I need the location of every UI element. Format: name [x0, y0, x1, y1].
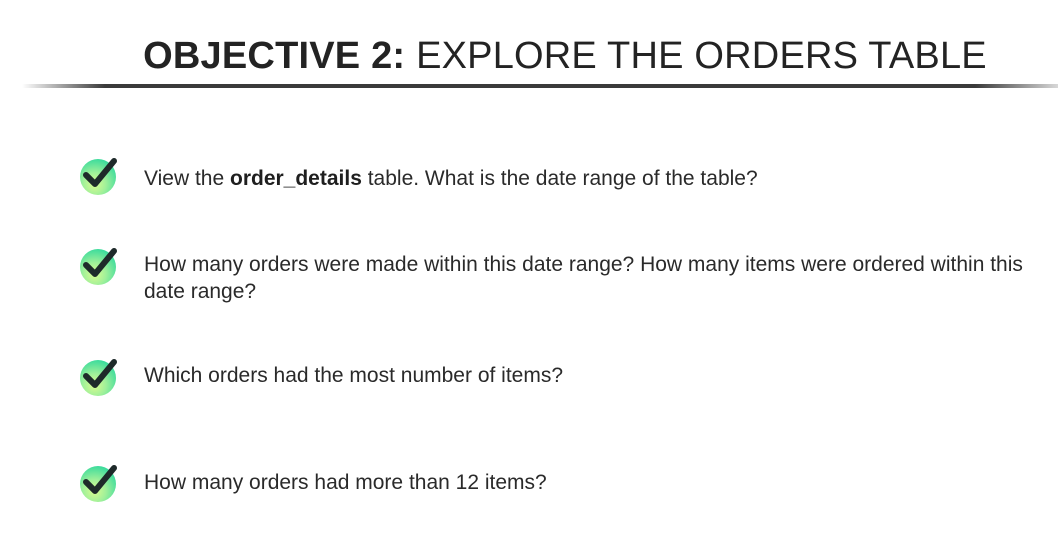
check-icon — [80, 465, 118, 504]
slide: OBJECTIVE 2: EXPLORE THE ORDERS TABLE Vi… — [0, 0, 1058, 537]
objective-item-text: View the order_details table. What is th… — [144, 167, 758, 190]
title-divider — [22, 84, 1058, 88]
check-icon — [80, 359, 118, 398]
title-text: EXPLORE THE ORDERS TABLE — [416, 35, 987, 77]
objective-item-text: Which orders had the most number of item… — [144, 364, 564, 387]
objective-item-text: How many orders had more than 12 items? — [144, 471, 547, 494]
objective-item-text: How many orders were made within this da… — [144, 253, 1023, 303]
title-objective-label: OBJECTIVE 2: — [143, 35, 406, 77]
check-icon — [80, 158, 118, 197]
page-title: OBJECTIVE 2: EXPLORE THE ORDERS TABLE — [0, 34, 1058, 78]
check-icon — [80, 248, 118, 287]
table-name-emphasis: order_details — [230, 167, 362, 190]
